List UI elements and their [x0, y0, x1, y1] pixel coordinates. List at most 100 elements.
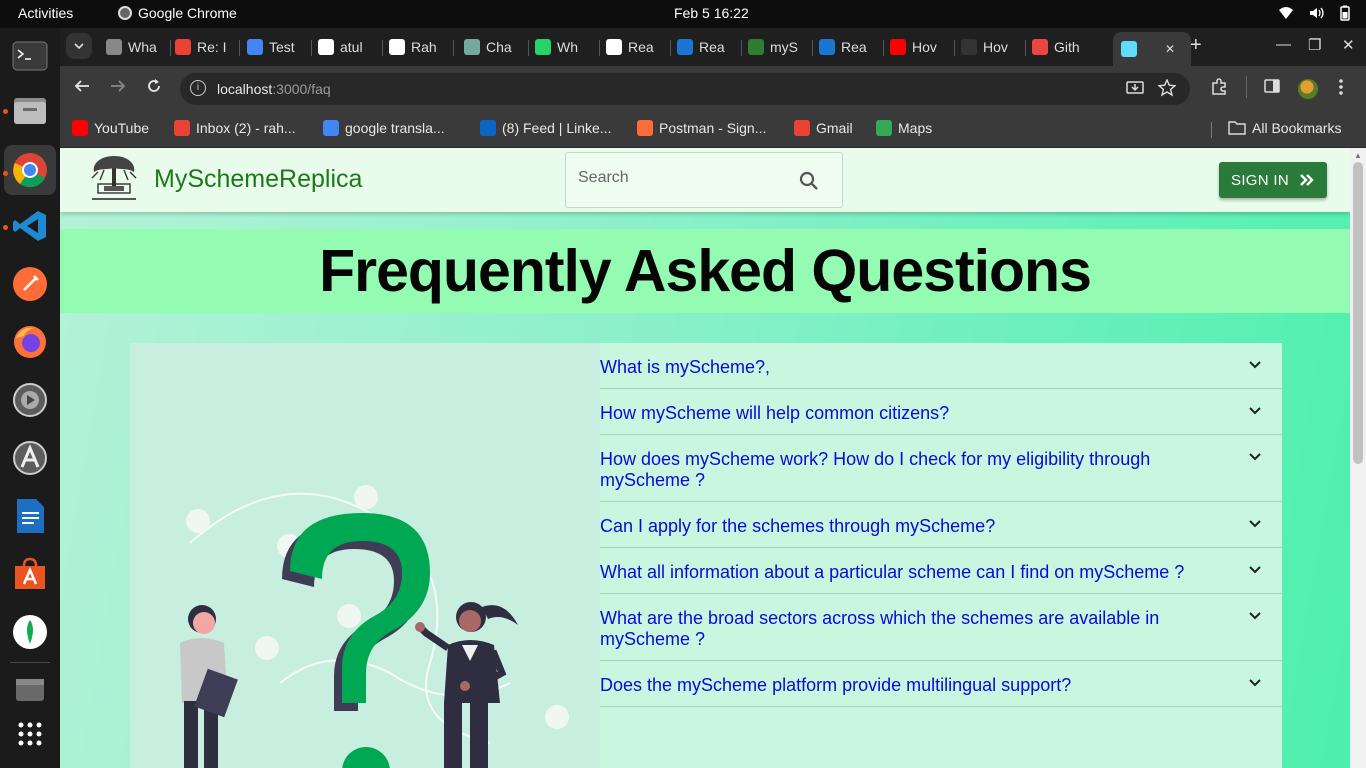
settings-icon[interactable] — [10, 380, 50, 420]
faq-question: What are the broad sectors across which … — [600, 608, 1160, 649]
mongodb-compass-icon[interactable] — [10, 612, 50, 652]
browser-tab[interactable]: Hov — [961, 34, 1013, 60]
folder-icon — [1228, 121, 1246, 135]
chevron-down-icon[interactable] — [1248, 519, 1262, 529]
chevron-down-icon — [74, 43, 84, 50]
chevron-down-icon[interactable] — [1248, 565, 1262, 575]
forward-button[interactable] — [110, 78, 126, 99]
search-icon[interactable] — [798, 170, 820, 192]
brand-name[interactable]: MySchemeReplica — [154, 165, 362, 194]
extensions-icon[interactable] — [1210, 78, 1228, 101]
faq-item[interactable]: How does myScheme work? How do I check f… — [600, 435, 1282, 502]
browser-tab[interactable]: myS — [748, 34, 800, 60]
software-updater-icon[interactable] — [10, 438, 50, 478]
tab-separator — [954, 40, 955, 56]
app-menu[interactable]: Google Chrome — [118, 5, 237, 21]
search-input[interactable] — [578, 169, 788, 187]
clock[interactable]: Feb 5 16:22 — [674, 5, 749, 21]
reload-icon — [148, 79, 160, 92]
chrome-dock-icon[interactable] — [4, 145, 56, 195]
install-app-icon[interactable] — [1126, 79, 1144, 102]
browser-tab[interactable]: Wha — [106, 34, 158, 60]
tab-label: Gith — [1054, 39, 1080, 55]
terminal-icon[interactable] — [10, 36, 50, 76]
profile-avatar[interactable] — [1298, 79, 1318, 99]
bookmark-item[interactable]: google transla... — [323, 120, 445, 136]
back-button[interactable] — [74, 78, 90, 99]
browser-tab[interactable]: Test — [247, 34, 299, 60]
faq-item[interactable]: What all information about a particular … — [600, 548, 1282, 594]
gmail-icon — [175, 39, 191, 55]
disk-icon[interactable] — [10, 670, 50, 710]
app-center-icon[interactable] — [10, 554, 50, 594]
maximize-button[interactable]: ❐ — [1308, 36, 1321, 54]
browser-tab[interactable]: Re: I — [175, 34, 227, 60]
browser-tab[interactable]: Rea — [819, 34, 871, 60]
faq-item[interactable]: What are the broad sectors across which … — [600, 594, 1282, 661]
close-tab-icon[interactable]: ✕ — [1165, 42, 1175, 56]
all-bookmarks-button[interactable]: All Bookmarks — [1228, 120, 1341, 136]
bookmark-star-icon[interactable] — [1157, 78, 1177, 102]
site-search[interactable] — [565, 152, 843, 208]
firefox-icon[interactable] — [10, 322, 50, 362]
bookmark-item[interactable]: Inbox (2) - rah... — [174, 120, 296, 136]
system-tray[interactable] — [1278, 5, 1352, 21]
question-illustration — [180, 485, 569, 768]
bookmark-item[interactable]: (8) Feed | Linke... — [480, 120, 611, 136]
bookmark-item[interactable]: Maps — [876, 120, 932, 136]
files-icon[interactable] — [10, 90, 50, 130]
new-tab-button[interactable]: + — [1190, 34, 1202, 57]
double-chevron-right-icon — [1300, 174, 1314, 186]
faq-item[interactable]: How myScheme will help common citizens? — [600, 389, 1282, 435]
battery-icon — [1340, 5, 1350, 21]
browser-tab[interactable]: Gith — [1032, 34, 1084, 60]
bookmark-label: Maps — [898, 120, 933, 136]
chevron-down-icon[interactable] — [1248, 611, 1262, 621]
tab-separator — [741, 40, 742, 56]
scroll-up-arrow[interactable]: ▲ — [1354, 151, 1362, 160]
vscode-icon[interactable] — [10, 206, 50, 246]
sign-in-button[interactable]: SIGN IN — [1219, 162, 1327, 198]
browser-tab[interactable]: Hov — [890, 34, 942, 60]
browser-tab[interactable]: atul — [318, 34, 370, 60]
minimize-button[interactable]: — — [1276, 36, 1291, 53]
faq-item[interactable]: Does the myScheme platform provide multi… — [600, 661, 1282, 707]
chevron-down-icon[interactable] — [1248, 406, 1262, 416]
scrollbar-thumb[interactable] — [1353, 162, 1363, 464]
forward-arrow-icon — [111, 80, 126, 92]
libreoffice-writer-icon[interactable] — [10, 496, 50, 536]
running-indicator — [3, 225, 8, 230]
show-apps-icon[interactable] — [10, 714, 50, 754]
close-window-button[interactable]: ✕ — [1342, 36, 1355, 54]
youtube-icon — [72, 120, 88, 136]
reload-button[interactable] — [146, 78, 162, 99]
side-panel-icon[interactable] — [1264, 78, 1280, 99]
tab-search-button[interactable] — [66, 33, 92, 59]
tab-active[interactable]: ✕ — [1113, 32, 1191, 66]
faq-item[interactable]: Can I apply for the schemes through mySc… — [600, 502, 1282, 548]
browser-tab[interactable]: Rea — [677, 34, 729, 60]
chrome-menu-icon[interactable] — [1338, 78, 1344, 101]
browser-tab[interactable]: Rea — [606, 34, 658, 60]
site-info-icon[interactable]: i — [190, 80, 206, 96]
chevron-down-icon[interactable] — [1248, 360, 1262, 370]
chevron-down-icon[interactable] — [1248, 678, 1262, 688]
github-icon — [318, 39, 334, 55]
volume-icon — [1310, 7, 1324, 19]
faq-item[interactable]: What is myScheme?, — [600, 343, 1282, 389]
browser-tab[interactable]: Wh — [535, 34, 587, 60]
bihar-govt-logo[interactable] — [86, 154, 142, 206]
activities-button[interactable]: Activities — [18, 5, 73, 21]
tab-separator — [1025, 40, 1026, 56]
chevron-down-icon[interactable] — [1248, 452, 1262, 462]
page-scrollbar[interactable]: ▲ — [1350, 148, 1366, 768]
bookmark-item[interactable]: YouTube — [72, 120, 149, 136]
running-indicator — [3, 109, 8, 114]
browser-tab[interactable]: Cha — [464, 34, 516, 60]
chatgpt-icon — [464, 39, 480, 55]
bookmark-item[interactable]: Postman - Sign... — [637, 120, 766, 136]
bookmark-item[interactable]: Gmail — [794, 120, 853, 136]
browser-tab[interactable]: Rah — [389, 34, 441, 60]
address-bar[interactable]: i localhost:3000/faq — [180, 73, 1190, 105]
postman-icon[interactable] — [10, 264, 50, 304]
